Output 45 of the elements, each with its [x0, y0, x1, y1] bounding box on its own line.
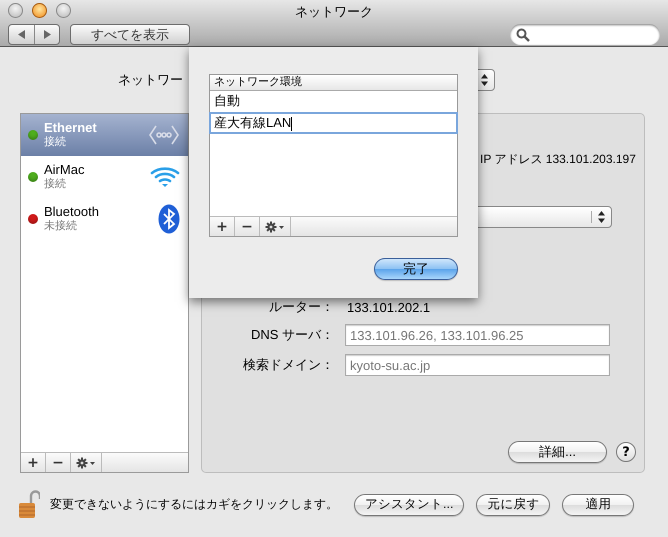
- add-button[interactable]: +: [210, 217, 235, 236]
- service-status: 接続: [44, 177, 67, 191]
- input-field[interactable]: 133.101.96.26, 133.101.96.25: [345, 324, 610, 346]
- right-arrow-icon: [43, 30, 51, 39]
- service-name: Bluetooth: [44, 205, 100, 219]
- lock-message: 変更できないようにするにはカギをクリックします。: [50, 496, 338, 513]
- zoom-dot[interactable]: [56, 3, 71, 18]
- location-name-field[interactable]: 産大有線LAN: [209, 112, 458, 134]
- service-item[interactable]: Bluetooth 未接続: [21, 198, 188, 240]
- field-label: DNS サーバ：: [250, 326, 334, 344]
- service-name: Ethernet: [44, 121, 98, 135]
- ethernet-icon: [148, 124, 180, 146]
- search-field[interactable]: [510, 24, 660, 45]
- service-status: 未接続: [44, 219, 78, 233]
- done-button[interactable]: 完了: [374, 258, 458, 280]
- close-dot[interactable]: [32, 3, 47, 18]
- remove-button[interactable]: −: [46, 453, 71, 472]
- revert-button[interactable]: 元に戻す: [476, 494, 550, 516]
- field-value: 133.101.202.1: [346, 300, 432, 314]
- remove-button[interactable]: −: [235, 217, 260, 236]
- search-icon: [516, 28, 530, 42]
- show-all-button[interactable]: すべてを表示: [70, 24, 190, 45]
- wifi-icon: [150, 165, 180, 189]
- bluetooth-icon: [158, 204, 180, 234]
- field-label: 検索ドメイン：: [242, 356, 334, 374]
- location-row[interactable]: 自動: [210, 91, 457, 112]
- input-field[interactable]: kyoto-su.ac.jp: [345, 354, 610, 376]
- service-status: 接続: [44, 135, 67, 149]
- location-label: ネットワー: [118, 71, 183, 89]
- unlocked-padlock-icon[interactable]: [18, 490, 40, 520]
- connection-status: IP アドレス 133.101.203.197: [480, 151, 637, 168]
- help-button[interactable]: ?: [616, 442, 636, 462]
- window-title: ネットワーク: [295, 4, 373, 19]
- apply-button[interactable]: 適用: [562, 494, 634, 516]
- gear-icon: [76, 456, 96, 468]
- left-arrow-icon: [18, 30, 26, 39]
- minimize-dot[interactable]: [8, 3, 23, 18]
- advanced-button[interactable]: 詳細...: [508, 441, 607, 463]
- gear-icon: [265, 220, 285, 232]
- add-button[interactable]: +: [21, 453, 46, 472]
- service-item[interactable]: AirMac 接続: [21, 156, 188, 198]
- field-label: ルーター：: [268, 298, 334, 316]
- column-header: ネットワーク環境: [210, 75, 457, 91]
- assistant-button[interactable]: アシスタント...: [354, 494, 464, 516]
- service-name: AirMac: [44, 163, 86, 177]
